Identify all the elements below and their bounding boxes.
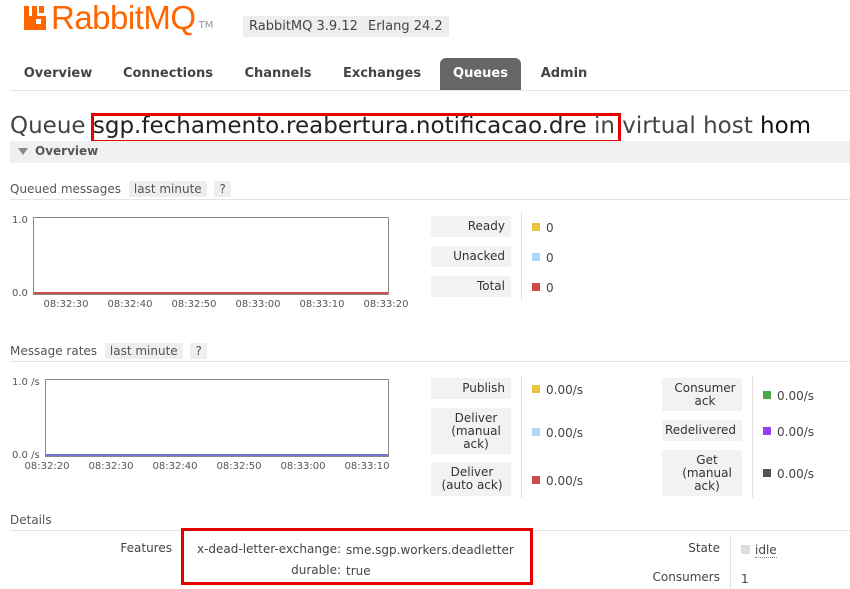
queued-x-tick: 08:32:30 [43, 299, 89, 310]
rabbit-logo-icon [24, 6, 46, 30]
legend-consumer-ack-label: Consumer ack [674, 381, 736, 408]
collapse-triangle-icon [18, 148, 28, 155]
total-value: 0 [546, 281, 554, 295]
queued-x-tick: 08:33:20 [363, 299, 409, 310]
tab-overview[interactable]: Overview [16, 58, 100, 90]
rabbitmq-version-badge: RabbitMQ 3.9.12 [243, 16, 364, 37]
legend-unacked-toggle[interactable]: Unacked [431, 246, 511, 267]
queued-messages-header: Queued messages last minute ? [10, 181, 231, 197]
queued-messages-help[interactable]: ? [214, 181, 231, 197]
total-color-swatch [532, 283, 540, 291]
erlang-version-badge: Erlang 24.2 [362, 16, 449, 37]
queued-messages-title: Queued messages [10, 182, 122, 196]
feature-value-dlx: sme.sgp.workers.deadletter [346, 543, 514, 557]
message-rates-title: Message rates [10, 344, 98, 358]
legend-get-manual-label: Get (manual ack) [682, 453, 732, 493]
ready-color-swatch [532, 223, 540, 231]
rates-x-tick: 08:32:30 [88, 461, 134, 472]
title-prefix: Queue [10, 113, 86, 139]
vhost-name: hom [760, 113, 812, 139]
unacked-value: 0 [546, 251, 554, 265]
queued-x-tick: 08:33:10 [299, 299, 345, 310]
publish-color-swatch [532, 385, 540, 393]
feature-value-durable: true [346, 564, 371, 578]
tab-connections[interactable]: Connections [120, 58, 216, 90]
legend-publish-toggle[interactable]: Publish [431, 378, 511, 399]
legend-deliver-auto-toggle[interactable]: Deliver (auto ack) [431, 462, 511, 496]
rates-y-top: 1.0 /s [12, 377, 40, 388]
rates-x-tick: 08:32:50 [216, 461, 262, 472]
state-label: State [688, 541, 720, 555]
publish-value: 0.00/s [546, 383, 584, 397]
legend-deliver-manual-label: Deliver (manual ack) [451, 411, 501, 451]
rates-x-tick: 08:33:10 [344, 461, 390, 472]
consumer-ack-value: 0.00/s [777, 389, 815, 403]
legend-deliver-auto-label: Deliver (auto ack) [441, 465, 503, 492]
unacked-color-swatch [532, 253, 540, 261]
rates-x-tick: 08:32:40 [152, 461, 198, 472]
tab-queues[interactable]: Queues [440, 58, 521, 90]
tab-channels[interactable]: Channels [238, 58, 318, 90]
overview-section-label: Overview [35, 144, 99, 158]
legend-deliver-manual-toggle[interactable]: Deliver (manual ack) [431, 408, 511, 454]
legend-redelivered-toggle[interactable]: Redelivered [662, 420, 742, 441]
details-separator [730, 536, 731, 589]
consumers-label: Consumers [652, 570, 720, 584]
queued-y-bottom: 0.0 [12, 288, 28, 299]
legend-consumer-ack-toggle[interactable]: Consumer ack [662, 378, 742, 411]
message-rates-help[interactable]: ? [190, 343, 207, 359]
consumer-ack-color-swatch [763, 391, 771, 399]
get-manual-value: 0.00/s [777, 467, 815, 481]
queued-total-series-line [34, 292, 388, 294]
overview-section-toggle[interactable]: Overview [10, 141, 850, 163]
rates-x-tick: 08:32:20 [24, 461, 70, 472]
deliver-auto-color-swatch [532, 476, 540, 484]
tab-admin[interactable]: Admin [532, 58, 596, 90]
state-indicator-icon [741, 545, 750, 554]
tab-exchanges[interactable]: Exchanges [338, 58, 426, 90]
details-title: Details [10, 513, 52, 527]
legend-ready-toggle[interactable]: Ready [431, 216, 511, 237]
message-rates-range[interactable]: last minute [104, 343, 183, 359]
get-manual-color-swatch [763, 469, 771, 477]
redelivered-value: 0.00/s [777, 425, 815, 439]
message-rates-chart [45, 379, 389, 457]
main-nav-tabs: Overview Connections Channels Exchanges … [10, 58, 850, 91]
divider [10, 361, 850, 362]
legend-get-manual-toggle[interactable]: Get (manual ack) [662, 450, 742, 496]
rates-x-tick: 08:33:00 [280, 461, 326, 472]
queued-x-tick: 08:33:00 [235, 299, 281, 310]
legend-separator [521, 212, 522, 300]
legend-total-toggle[interactable]: Total [431, 276, 511, 297]
feature-key-dlx: x-dead-letter-exchange: [196, 542, 341, 556]
rates-series-line [46, 454, 388, 456]
redelivered-color-swatch [763, 427, 771, 435]
deliver-manual-color-swatch [532, 428, 540, 436]
legend-separator [521, 376, 522, 498]
logo-trademark: TM [198, 19, 214, 31]
state-value: idle [755, 543, 777, 558]
queued-messages-range[interactable]: last minute [128, 181, 207, 197]
ready-value: 0 [546, 221, 554, 235]
legend-separator [752, 376, 753, 498]
rabbitmq-logo[interactable]: RabbitMQ TM [22, 0, 213, 36]
queue-name-highlight [91, 113, 621, 143]
deliver-manual-value: 0.00/s [546, 426, 584, 440]
divider [10, 199, 850, 200]
logo-text: RabbitMQ [51, 0, 196, 36]
queued-y-top: 1.0 [12, 215, 28, 226]
queued-messages-chart [33, 217, 389, 295]
deliver-auto-value: 0.00/s [546, 474, 584, 488]
message-rates-header: Message rates last minute ? [10, 343, 207, 359]
queued-x-tick: 08:32:40 [107, 299, 153, 310]
features-label: Features [120, 541, 172, 555]
consumers-value: 1 [741, 572, 749, 586]
feature-key-durable: durable: [291, 563, 341, 577]
queued-x-tick: 08:32:50 [171, 299, 217, 310]
